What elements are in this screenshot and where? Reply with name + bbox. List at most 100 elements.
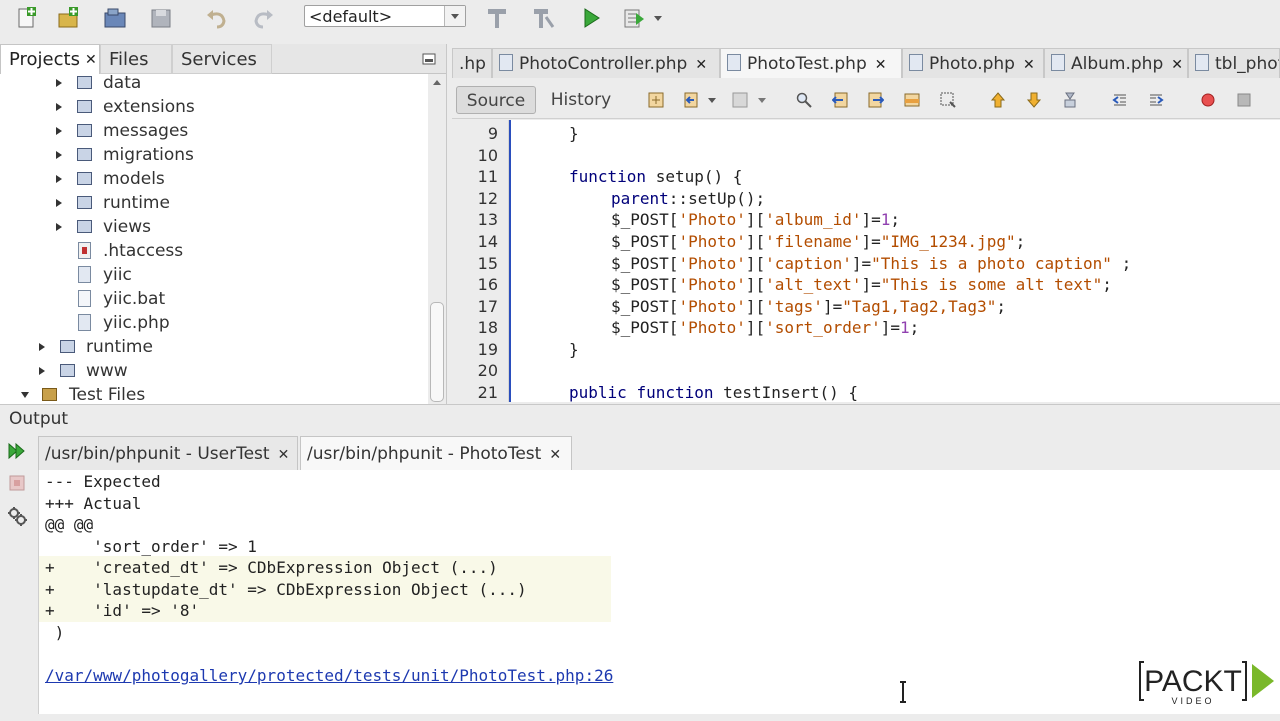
last-edit-icon[interactable] bbox=[648, 92, 664, 108]
close-icon[interactable]: ✕ bbox=[875, 57, 887, 73]
tab-partial-hp[interactable]: .hp bbox=[452, 48, 492, 78]
close-icon[interactable]: ✕ bbox=[278, 447, 290, 463]
tree-item-messages[interactable]: messages bbox=[0, 119, 428, 143]
tree-item-data[interactable]: data bbox=[0, 71, 428, 95]
close-icon[interactable]: ✕ bbox=[1171, 57, 1183, 73]
rectangular-selection-icon[interactable] bbox=[940, 92, 956, 108]
tab-output-phototest[interactable]: /usr/bin/phpunit - PhotoTest ✕ bbox=[300, 436, 572, 470]
expand-icon[interactable] bbox=[39, 343, 45, 351]
close-icon[interactable]: ✕ bbox=[695, 57, 707, 73]
tree-item-migrations[interactable]: migrations bbox=[0, 143, 428, 167]
source-button[interactable]: Source bbox=[456, 86, 536, 114]
clean-build-icon[interactable] bbox=[530, 5, 556, 31]
output-line: 'sort_order' => 1 bbox=[45, 537, 257, 556]
tab-projects[interactable]: Projects ✕ bbox=[0, 44, 100, 74]
line-number: 17 bbox=[477, 297, 498, 316]
tree-item-www[interactable]: www bbox=[0, 359, 428, 383]
code-line-12: parent::setUp(); bbox=[611, 189, 766, 208]
find-next-icon[interactable] bbox=[868, 92, 884, 108]
shift-left-icon[interactable] bbox=[1112, 92, 1128, 108]
rerun-icon[interactable] bbox=[7, 441, 27, 461]
undo-icon[interactable] bbox=[204, 5, 230, 31]
minimize-icon[interactable] bbox=[422, 53, 436, 65]
new-project-icon[interactable] bbox=[56, 5, 82, 31]
tab-phototest[interactable]: PhotoTest.php ✕ bbox=[720, 48, 902, 78]
stop-macro-icon[interactable] bbox=[1236, 92, 1252, 108]
folder-icon bbox=[77, 124, 92, 137]
next-bookmark-icon[interactable] bbox=[1026, 92, 1042, 108]
chevron-down-icon[interactable] bbox=[754, 92, 770, 108]
find-icon[interactable] bbox=[796, 92, 812, 108]
open-project-icon[interactable] bbox=[102, 5, 128, 31]
file-link[interactable]: /var/www/photogallery/protected/tests/un… bbox=[45, 666, 613, 685]
toggle-bookmark-icon[interactable] bbox=[1062, 92, 1078, 108]
tab-photo[interactable]: Photo.php ✕ bbox=[902, 48, 1044, 78]
expand-icon[interactable] bbox=[56, 103, 62, 111]
chevron-down-icon[interactable] bbox=[650, 5, 676, 31]
configuration-combo[interactable]: <default> bbox=[304, 5, 466, 27]
folder-icon bbox=[77, 76, 92, 89]
expand-icon[interactable] bbox=[56, 175, 62, 183]
stop-icon[interactable] bbox=[8, 474, 26, 492]
tab-services[interactable]: Services bbox=[172, 44, 272, 74]
close-icon[interactable]: ✕ bbox=[1023, 57, 1035, 73]
expand-icon[interactable] bbox=[56, 127, 62, 135]
logo-subtext: VIDEO bbox=[1171, 696, 1214, 706]
tree-item-htaccess[interactable]: .htaccess bbox=[0, 239, 428, 263]
redo-icon[interactable] bbox=[250, 5, 276, 31]
expand-icon[interactable] bbox=[56, 79, 62, 87]
close-icon[interactable]: ✕ bbox=[549, 447, 561, 463]
shift-right-icon[interactable] bbox=[1148, 92, 1164, 108]
output-text-area[interactable]: --- Expected +++ Actual @@ @@ 'sort_orde… bbox=[38, 470, 1280, 714]
output-line: + 'lastupdate_dt' => CDbExpression Objec… bbox=[45, 580, 527, 599]
code-line-11: function setup() { bbox=[569, 167, 743, 186]
settings-icon[interactable] bbox=[6, 505, 28, 527]
file-icon bbox=[78, 290, 91, 307]
new-file-icon[interactable] bbox=[14, 5, 40, 31]
tab-label: Album.php bbox=[1071, 54, 1164, 74]
expand-icon[interactable] bbox=[56, 151, 62, 159]
expand-icon[interactable] bbox=[39, 367, 45, 375]
chevron-down-icon[interactable] bbox=[704, 92, 720, 108]
tree-item-runtime-root[interactable]: runtime bbox=[0, 335, 428, 359]
expand-icon[interactable] bbox=[56, 223, 62, 231]
tab-tbl-photo[interactable]: tbl_phot bbox=[1188, 48, 1280, 78]
tab-label: .hp bbox=[459, 54, 486, 74]
record-macro-icon[interactable] bbox=[1200, 92, 1216, 108]
back-icon[interactable] bbox=[684, 92, 700, 108]
tree-item-label: yiic.bat bbox=[103, 289, 166, 309]
projects-scrollbar[interactable] bbox=[428, 74, 446, 404]
previous-bookmark-icon[interactable] bbox=[990, 92, 1006, 108]
tree-item-runtime[interactable]: runtime bbox=[0, 191, 428, 215]
find-previous-icon[interactable] bbox=[832, 92, 848, 108]
collapse-icon[interactable] bbox=[21, 392, 29, 398]
php-file-icon bbox=[1051, 54, 1065, 71]
output-line: + 'created_dt' => CDbExpression Object (… bbox=[45, 558, 498, 577]
history-button[interactable]: History bbox=[540, 86, 622, 114]
tree-item-models[interactable]: models bbox=[0, 167, 428, 191]
folder-icon bbox=[77, 148, 92, 161]
scroll-up-icon[interactable] bbox=[432, 78, 442, 86]
code-editor[interactable]: } function setup() { parent::setUp(); $_… bbox=[509, 120, 1280, 402]
tab-files[interactable]: Files bbox=[100, 44, 172, 74]
tree-item-views[interactable]: views bbox=[0, 215, 428, 239]
tab-projects-label: Projects bbox=[9, 49, 80, 70]
scrollbar-thumb[interactable] bbox=[430, 302, 444, 402]
tab-output-usertest[interactable]: /usr/bin/phpunit - UserTest ✕ bbox=[38, 436, 298, 470]
tree-item-yiic-php[interactable]: yiic.php bbox=[0, 311, 428, 335]
forward-icon[interactable] bbox=[732, 92, 748, 108]
run-icon[interactable] bbox=[578, 5, 604, 31]
toggle-highlight-icon[interactable] bbox=[904, 92, 920, 108]
save-all-icon[interactable] bbox=[148, 5, 174, 31]
tab-photocontroller[interactable]: PhotoController.php ✕ bbox=[492, 48, 720, 78]
folder-icon bbox=[77, 172, 92, 185]
packt-logo: PACKT VIDEO bbox=[1139, 661, 1274, 706]
build-hammer-icon[interactable] bbox=[484, 5, 510, 31]
debug-icon[interactable] bbox=[622, 5, 648, 31]
tab-album[interactable]: Album.php ✕ bbox=[1044, 48, 1188, 78]
expand-icon[interactable] bbox=[56, 199, 62, 207]
tree-item-yiic[interactable]: yiic bbox=[0, 263, 428, 287]
tree-item-extensions[interactable]: extensions bbox=[0, 95, 428, 119]
tree-item-yiic-bat[interactable]: yiic.bat bbox=[0, 287, 428, 311]
chevron-down-icon[interactable] bbox=[444, 6, 465, 26]
